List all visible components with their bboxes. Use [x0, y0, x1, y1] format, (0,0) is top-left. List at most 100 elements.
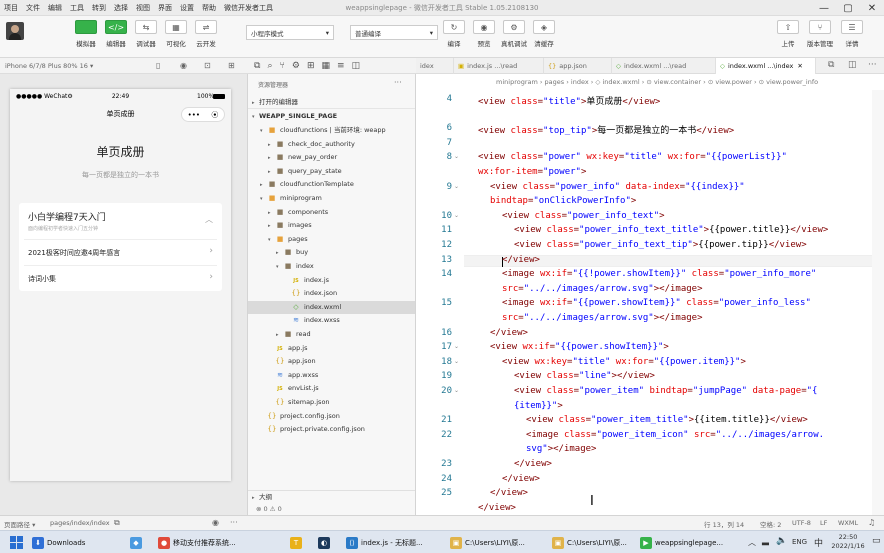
toolbar-button[interactable]: ☰ 详情 [836, 20, 868, 48]
close-icon[interactable]: ✕ [860, 0, 884, 16]
menu-item[interactable]: 项目 [0, 3, 22, 13]
toolbar-button[interactable]: </> 编辑器 [100, 20, 132, 48]
tray-up-icon[interactable]: ︿ [748, 537, 756, 548]
eye-icon[interactable]: ◉ [212, 518, 219, 527]
tree-file[interactable]: ≋ index.wxss [248, 314, 415, 327]
fold-chevron-icon[interactable]: ⌄ [454, 153, 462, 160]
code-editor[interactable]: 4 <view class="title">单页成册</view> 6 <view c… [416, 90, 884, 515]
compile-select[interactable]: 普通编译 ▾ [350, 25, 438, 40]
split-editor-icon[interactable]: ⧉ [828, 60, 834, 70]
menu-item[interactable]: 设置 [176, 3, 198, 13]
tree-file[interactable]: {} project.config.json [248, 410, 415, 423]
project-root[interactable]: ▾ WEAPP_SINGLE_PAGE [248, 110, 415, 123]
toolbar-button[interactable]: 模拟器 [70, 20, 102, 48]
tree-file[interactable]: JS app.js [248, 342, 415, 355]
input-language[interactable]: ENG [792, 538, 807, 546]
editor-tab[interactable]: {} app.json [544, 58, 612, 74]
tree-folder[interactable]: ▸ ■ buy [248, 246, 415, 259]
taskbar-app[interactable]: ▣ C:\Users\LIYI\原... [450, 534, 548, 551]
power-item[interactable]: 诗词小集 › [19, 266, 222, 291]
fold-chevron-icon[interactable]: ⌄ [454, 343, 462, 350]
taskbar-app[interactable]: ⬇ Downloads [32, 534, 128, 551]
tree-file[interactable]: {} sitemap.json [248, 396, 415, 409]
toolbar-button[interactable]: ⚙ 真机调试 [498, 20, 530, 48]
toolbar-button[interactable]: ◈ 清缓存 [528, 20, 560, 48]
tree-file[interactable]: JS envList.js [248, 382, 415, 395]
editor-tab[interactable]: ◇ index.wxml ...\index ✕ [716, 58, 816, 74]
tree-folder[interactable]: ▸ ■ read [248, 328, 415, 341]
search-icon[interactable]: ⌕ [267, 61, 272, 71]
toolbar-button[interactable]: ⇆ 调试器 [130, 20, 162, 48]
menu-item[interactable]: 文件 [22, 3, 44, 13]
editor-tab[interactable]: ▣ index.js ...\read [454, 58, 544, 74]
more-icon[interactable]: ··· [230, 518, 238, 527]
encoding[interactable]: UTF-8 [792, 519, 811, 527]
power-item[interactable]: 2021极客时间应邀4周年感言 › [19, 240, 222, 265]
list-icon[interactable]: ≡ [337, 61, 345, 71]
maximize-icon[interactable]: ▢ [836, 0, 860, 16]
taskbar-app[interactable]: ⟨⟩ index.js - 无标题... [346, 534, 446, 551]
fold-chevron-icon[interactable]: ⌄ [454, 212, 462, 219]
volume-icon[interactable]: 🔈 [776, 536, 787, 546]
breadcrumb[interactable]: miniprogram › pages › index › ◇ index.wx… [416, 74, 884, 90]
clock-time[interactable]: 22:50 [830, 533, 866, 541]
phone-icon[interactable]: ▯ [156, 61, 160, 70]
device-select[interactable]: iPhone 6/7/8 Plus 80% 16 ▾ [5, 62, 93, 70]
mode-select[interactable]: 小程序模式 ▾ [246, 25, 334, 40]
tree-folder[interactable]: ▾ ■ pages [248, 233, 415, 246]
minimize-icon[interactable]: — [812, 0, 836, 16]
toolbar-button[interactable]: ⑂ 版本管理 [804, 20, 836, 48]
tree-folder[interactable]: ▸ ■ new_pay_order [248, 151, 415, 164]
more-icon[interactable]: ••• [188, 104, 200, 126]
cursor-position[interactable]: 行 13，列 14 [704, 519, 744, 529]
avatar[interactable] [6, 22, 24, 40]
editor-tab[interactable]: idex [416, 58, 454, 74]
menu-item[interactable]: 编辑 [44, 3, 66, 13]
menu-item[interactable]: 转到 [88, 3, 110, 13]
menu-item[interactable]: 工具 [66, 3, 88, 13]
ime-icon[interactable]: 中 [814, 536, 823, 549]
menu-item[interactable]: 帮助 [198, 3, 220, 13]
power-item[interactable]: 小白学编程7天入门 面向编程初学者快速入门五分钟 ︿ [19, 203, 222, 239]
tree-folder[interactable]: ▾ ■ cloudfunctions | 当前环境: weapp [248, 124, 415, 137]
close-tab-icon[interactable]: ✕ [797, 62, 802, 70]
copy-icon[interactable]: ⧉ [114, 518, 120, 528]
tree-folder[interactable]: ▸ ■ cloudfunctionTemplate [248, 178, 415, 191]
bell-icon[interactable]: ♫ [868, 518, 875, 527]
open-editors-section[interactable]: ▸ 打开的编辑器 [248, 96, 415, 109]
problems-count[interactable]: ⊗ 0 ⚠ 0 [248, 503, 415, 515]
layout-icon[interactable]: ◫ [848, 60, 857, 70]
panel-icon[interactable]: ◫ [352, 61, 361, 71]
taskbar-app[interactable]: ▣ C:\Users\LIYI\原... [552, 534, 638, 551]
tree-file[interactable]: ◇ index.wxml [248, 300, 415, 314]
more-icon[interactable]: ··· [868, 60, 877, 70]
more-icon[interactable]: ··· [394, 78, 402, 87]
tree-file[interactable]: ≋ app.wxss [248, 369, 415, 382]
tree-folder[interactable]: ▸ ■ check_doc_authority [248, 138, 415, 151]
tree-folder[interactable]: ▾ ■ index [248, 260, 415, 273]
taskbar-app[interactable]: ▶ weappsinglepage... [640, 534, 732, 551]
taskbar-app[interactable]: ◆ [130, 534, 154, 551]
indent-setting[interactable]: 空格: 2 [760, 519, 781, 529]
fold-chevron-icon[interactable]: ⌄ [454, 183, 462, 190]
taskbar-app[interactable]: T [290, 534, 314, 551]
tree-folder[interactable]: ▸ ■ query_pay_state [248, 165, 415, 178]
sound-icon[interactable]: ◉ [180, 61, 187, 70]
toolbar-button[interactable]: ⇧ 上传 [772, 20, 804, 48]
toolbar-button[interactable]: ◉ 预览 [468, 20, 500, 48]
tree-folder[interactable]: ▾ ■ miniprogram [248, 192, 415, 205]
menu-item[interactable]: 视图 [132, 3, 154, 13]
toolbar-button[interactable]: ▦ 可视化 [160, 20, 192, 48]
outline-section[interactable]: ▸ 大纲 [248, 490, 415, 503]
network-icon[interactable]: ▂ [762, 536, 769, 546]
tree-file[interactable]: {} index.json [248, 287, 415, 300]
menu-item[interactable]: 界面 [154, 3, 176, 13]
tree-file[interactable]: JS index.js [248, 274, 415, 287]
language-mode[interactable]: WXML [838, 519, 858, 527]
layout-icon[interactable]: ⊞ [228, 61, 235, 70]
debug-icon[interactable]: ⚙ [292, 61, 300, 71]
editor-tab[interactable]: ◇ index.wxml ...\read [612, 58, 716, 74]
page-path[interactable]: pages/index/index [50, 519, 110, 527]
tree-file[interactable]: {} app.json [248, 355, 415, 368]
tree-folder[interactable]: ▸ ■ components [248, 206, 415, 219]
